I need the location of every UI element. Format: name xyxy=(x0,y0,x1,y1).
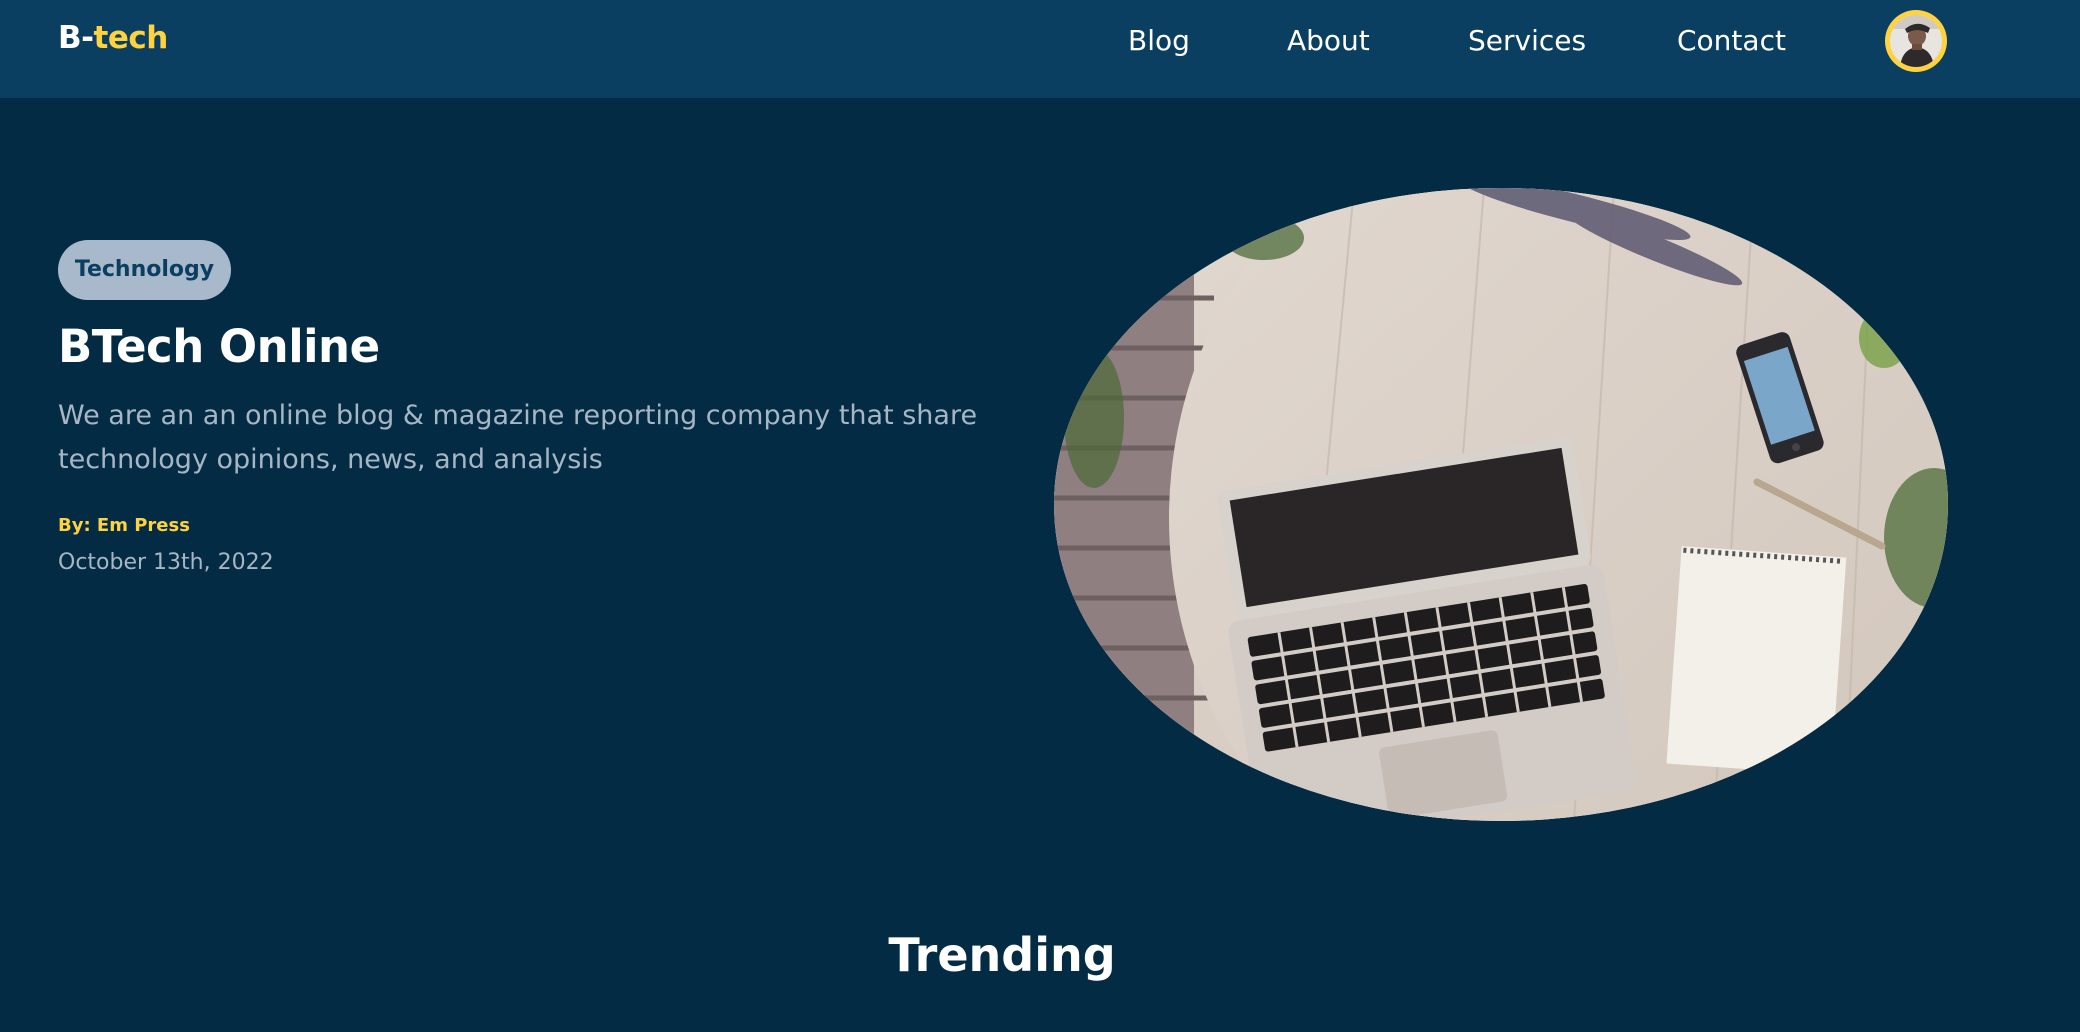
category-tag[interactable]: Technology xyxy=(58,240,231,300)
logo-accent: tech xyxy=(93,20,169,56)
author-byline: By: Em Press xyxy=(58,515,190,536)
publish-date: October 13th, 2022 xyxy=(58,550,274,575)
page-title: BTech Online xyxy=(58,320,380,373)
hero-image xyxy=(1054,188,1948,821)
nav-link-contact[interactable]: Contact xyxy=(1677,24,1786,57)
laptop-desk-photo-icon xyxy=(1054,188,1948,821)
trending-heading: Trending xyxy=(888,928,1116,982)
user-avatar[interactable] xyxy=(1885,10,1947,72)
logo[interactable]: B-tech xyxy=(58,20,168,56)
hero-description: We are an an online blog & magazine repo… xyxy=(58,400,978,475)
nav-link-blog[interactable]: Blog xyxy=(1128,24,1190,57)
navbar: B-tech Blog About Services Contact xyxy=(0,0,2080,98)
avatar-icon xyxy=(1890,15,1942,67)
logo-prefix: B- xyxy=(58,20,94,56)
nav-link-about[interactable]: About xyxy=(1287,24,1370,57)
nav-link-services[interactable]: Services xyxy=(1468,24,1586,57)
